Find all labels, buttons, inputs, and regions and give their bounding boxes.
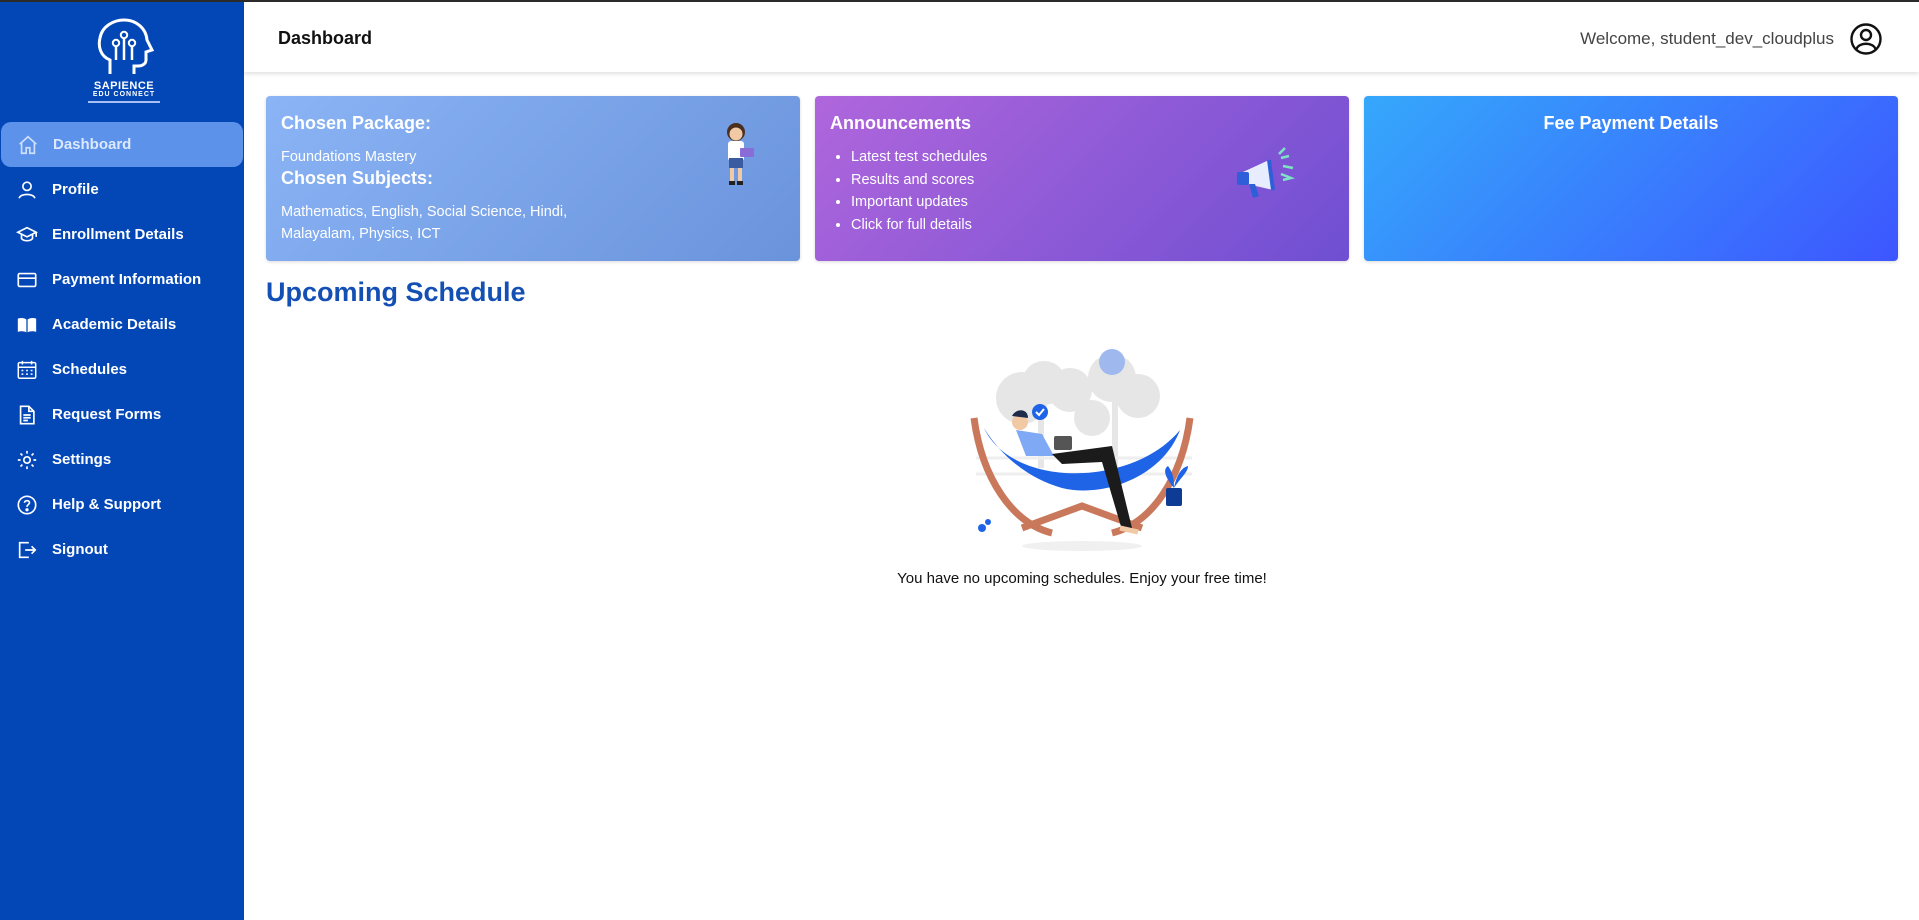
- brand-tagline-line: [88, 101, 160, 103]
- sidebar: SAPIENCE EDU CONNECT Dashboard Profile E…: [0, 0, 244, 920]
- announcements-list: Latest test schedules Results and scores…: [851, 146, 987, 236]
- graduation-cap-icon: [16, 224, 38, 246]
- window-top-border: [0, 0, 1919, 2]
- subjects-title: Chosen Subjects:: [281, 168, 434, 188]
- hammock-illustration: [962, 338, 1202, 560]
- announcements-card[interactable]: Announcements Latest test schedules Resu…: [815, 96, 1349, 261]
- book-icon: [16, 314, 38, 336]
- home-icon: [17, 134, 39, 156]
- list-item: Important updates: [851, 191, 987, 214]
- brand-logo[interactable]: SAPIENCE EDU CONNECT: [80, 16, 168, 108]
- list-item: Results and scores: [851, 169, 987, 192]
- sidebar-item-dashboard[interactable]: Dashboard: [1, 122, 243, 167]
- relaxing-hammock-icon: [970, 349, 1194, 551]
- sidebar-item-enrollment-details[interactable]: Enrollment Details: [0, 212, 244, 257]
- fee-payment-card[interactable]: Fee Payment Details: [1364, 96, 1898, 261]
- help-circle-icon: [16, 494, 38, 516]
- package-name: Foundations Mastery: [281, 149, 417, 165]
- sidebar-item-label: Signout: [52, 541, 108, 558]
- student-illustration-icon: [727, 123, 754, 185]
- signout-icon: [16, 539, 38, 561]
- package-card[interactable]: Chosen Package: Foundations Mastery Chos…: [266, 96, 800, 261]
- brain-logo-icon: [97, 18, 155, 74]
- sidebar-item-label: Help & Support: [52, 496, 162, 513]
- user-icon: [16, 179, 38, 201]
- account-circle-icon[interactable]: [1849, 22, 1883, 56]
- sidebar-item-label: Enrollment Details: [52, 226, 184, 243]
- package-title: Chosen Package:: [281, 113, 432, 133]
- top-header: Dashboard Welcome, student_dev_cloudplus: [244, 2, 1919, 72]
- sidebar-item-label: Profile: [52, 181, 99, 198]
- sidebar-item-schedules[interactable]: Schedules: [0, 347, 244, 392]
- document-icon: [16, 404, 38, 426]
- announcements-title: Announcements: [830, 113, 972, 133]
- welcome-text: Welcome, student_dev_cloudplus: [1580, 29, 1834, 48]
- sidebar-item-label: Schedules: [52, 361, 128, 378]
- fee-payment-title: Fee Payment Details: [1543, 113, 1719, 133]
- subjects-line-2: Malayalam, Physics, ICT: [281, 226, 441, 242]
- sidebar-item-help-support[interactable]: Help & Support: [0, 482, 244, 527]
- sidebar-item-label: Academic Details: [52, 316, 177, 333]
- upcoming-schedule-title: Upcoming Schedule: [266, 277, 526, 307]
- brand-subtitle: EDU CONNECT: [92, 91, 156, 98]
- calendar-icon: [16, 359, 38, 381]
- sidebar-item-request-forms[interactable]: Request Forms: [0, 392, 244, 437]
- empty-schedule-message: You have no upcoming schedules. Enjoy yo…: [897, 570, 1267, 587]
- sidebar-item-label: Request Forms: [52, 406, 162, 423]
- megaphone-icon: [1237, 147, 1296, 198]
- sidebar-item-label: Payment Information: [52, 271, 202, 288]
- sidebar-item-label: Settings: [52, 451, 112, 468]
- subjects-line-1: Mathematics, English, Social Science, Hi…: [281, 204, 568, 220]
- sidebar-item-signout[interactable]: Signout: [0, 527, 244, 572]
- sidebar-nav: Dashboard Profile Enrollment Details Pay…: [0, 122, 244, 572]
- sidebar-item-academic-details[interactable]: Academic Details: [0, 302, 244, 347]
- list-item: Latest test schedules: [851, 146, 987, 169]
- sidebar-item-settings[interactable]: Settings: [0, 437, 244, 482]
- gear-icon: [16, 449, 38, 471]
- sidebar-item-profile[interactable]: Profile: [0, 167, 244, 212]
- credit-card-icon: [16, 269, 38, 291]
- sidebar-item-label: Dashboard: [53, 136, 132, 153]
- page-title: Dashboard: [278, 28, 373, 48]
- list-item: Click for full details: [851, 214, 987, 237]
- sidebar-item-payment-information[interactable]: Payment Information: [0, 257, 244, 302]
